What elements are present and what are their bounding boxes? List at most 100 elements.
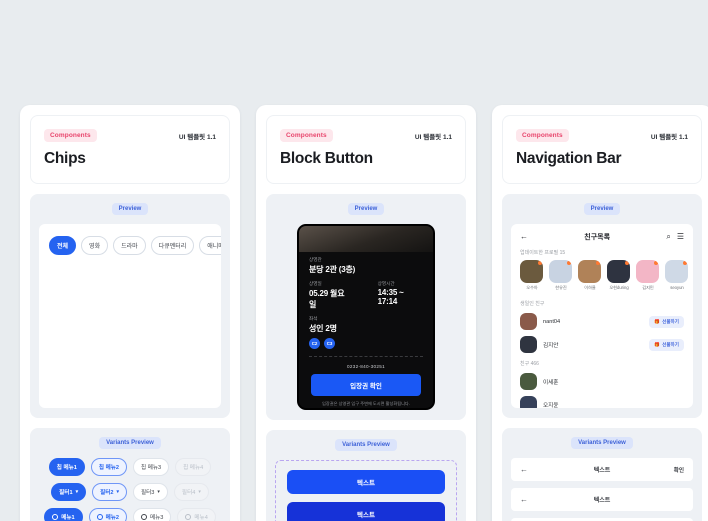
list-item[interactable]: 김지안 🎁 선물하기 [511,333,693,356]
avatar [520,313,537,330]
seat-chip-1: C2 [309,338,320,349]
card-block-button[interactable]: Components UI 템플릿 1.1 Block Button Previ… [256,105,476,521]
components-tag: Components [44,129,97,142]
nav-variant-title-only[interactable]: ← 텍스트 [511,488,693,511]
chips-variant-grid: 칩 메뉴1 칩 메뉴2 칩 메뉴3 칩 메뉴4 필터1 ▾ 필터2 ▾ 필터3 ▾ 필… [39,458,221,521]
friends-section-header: 친구 466 [520,361,539,367]
arrow-left-icon[interactable]: ← [520,495,546,504]
story-item[interactable]: 오현during [607,260,631,291]
variant-chip-text-3[interactable]: 칩 메뉴3 [133,458,170,476]
nav-variants-section: Variants Preview ← 텍스트 확인 ← 텍스트 ← [502,428,702,521]
seat-chip-2: C3 [324,338,335,349]
chip-filter-row: 전체 영화 드라마 다큐멘터리 애니메이션 [49,236,221,255]
nav-preview-section: Preview ← 친구목록 ⌕ ☰ 업데이트한 프로필 15 오수아 한유진 … [502,194,702,418]
time-label: 상영시간 [377,281,395,286]
variant-chip-dropdown-3[interactable]: 필터3 ▾ [133,483,168,501]
page-title: Chips [44,150,86,167]
seat-chips: C2 C3 [309,338,423,349]
story-item[interactable]: seoyun [665,260,689,291]
dropdown-chip-label-2: 필터2 [100,490,114,496]
theater-label: 상영관 [309,257,322,262]
list-item[interactable]: 오지윤 [511,393,693,408]
block-button-preview-section: Preview 상영관 분당 2관 (3층) 상영일 05.29 월요일 상영시… [266,194,466,420]
arrow-left-icon[interactable]: ← [520,465,546,474]
hamburger-menu-icon[interactable]: ☰ [677,233,684,241]
version-label: UI 템플릿 1.1 [650,133,688,141]
icon-chip-label-4: 메뉴4 [194,515,208,521]
components-tag: Components [516,129,569,142]
list-item[interactable]: nant04 🎁 선물하기 [511,310,693,333]
card-header-block-button: Components UI 템플릿 1.1 Block Button [266,115,466,184]
version-label: UI 템플릿 1.1 [414,133,452,141]
variant-chip-text-1[interactable]: 칩 메뉴1 [48,458,85,476]
navigation-bar: ← 친구목록 ⌕ ☰ [511,224,693,249]
story-item[interactable]: 오수아 [520,260,544,291]
page-canvas: Components UI 템플릿 1.1 Chips Preview 전체 영… [0,0,708,521]
confirm-ticket-button[interactable]: 입장권 확인 [311,374,421,396]
chevron-down-icon: ▾ [198,488,201,495]
seat-value: 성인 2명 [309,324,337,333]
nav-title: 친구목록 [584,234,611,241]
gift-label: 선물하기 [662,318,679,324]
dropdown-chip-label-1: 필터1 [59,490,73,496]
nav-variant-full[interactable]: ← 텍스트 확인 [511,458,693,481]
card-badge-row: Components UI 템플릿 1.1 [44,129,216,142]
avatar [636,260,659,283]
block-button-primary[interactable]: 텍스트 [287,470,445,494]
block-button-variant-box: 텍스트 텍스트 텍스트 텍스트 [275,460,457,521]
card-badge-row: Components UI 템플릿 1.1 [280,129,452,142]
story-avatar-row: 오수아 한유진 이하율 오현during 김지민 seoyun [511,260,693,296]
nav-preview-stage: ← 친구목록 ⌕ ☰ 업데이트한 프로필 15 오수아 한유진 이하율 오현du… [511,224,693,408]
gift-button[interactable]: 🎁 선물하기 [649,315,684,328]
avatar [520,396,537,408]
search-icon[interactable]: ⌕ [666,233,670,241]
story-name: 한유진 [555,285,567,290]
variant-row-icon: 메뉴1 메뉴2 메뉴3 메뉴4 [44,508,216,521]
chip-animation[interactable]: 애니메이션 [199,236,221,255]
story-item[interactable]: 한유진 [549,260,573,291]
card-chips[interactable]: Components UI 템플릿 1.1 Chips Preview 전체 영… [20,105,240,521]
time-group: 상영시간 14:35 ~ 17:14 [378,281,423,310]
card-badge-row: Components UI 템플릿 1.1 [516,129,688,142]
variant-chip-dropdown-2[interactable]: 필터2 ▾ [92,483,127,501]
chevron-down-icon: ▾ [116,488,119,495]
chip-movie[interactable]: 영화 [81,236,109,255]
variant-chip-icon-3[interactable]: 메뉴3 [133,508,172,521]
ticket-details: 상영관 분당 2관 (3층) 상영일 05.29 월요일 상영시간 14:35 … [299,252,433,407]
variant-chip-text-2[interactable]: 칩 메뉴2 [90,458,127,476]
story-item[interactable]: 김지민 [636,260,660,291]
avatar [665,260,688,283]
icon-chip-label-3: 메뉴3 [150,515,164,521]
story-name: 김지민 [642,285,654,290]
variant-chip-icon-1[interactable]: 메뉴1 [44,508,83,521]
story-name: 이하율 [584,285,596,290]
variants-preview-label: Variants Preview [335,439,397,451]
card-navigation-bar[interactable]: Components UI 템플릿 1.1 Navigation Bar Pre… [492,105,708,521]
variant-row-text: 칩 메뉴1 칩 메뉴2 칩 메뉴3 칩 메뉴4 [48,458,212,476]
variant-chip-icon-2[interactable]: 메뉴2 [88,508,127,521]
chip-all[interactable]: 전체 [49,236,77,255]
card-header-navigation-bar: Components UI 템플릿 1.1 Navigation Bar [502,115,702,184]
gift-label: 선물하기 [662,341,679,347]
friend-name: 이세훈 [543,379,559,386]
chip-documentary[interactable]: 다큐멘터리 [150,236,195,255]
nav-variant-action[interactable]: 확인 [658,466,684,474]
variant-chip-dropdown-1[interactable]: 필터1 ▾ [51,483,87,501]
preview-label: Preview [111,203,149,215]
chip-drama[interactable]: 드라마 [113,236,146,255]
chips-preview-stage: 전체 영화 드라마 다큐멘터리 애니메이션 [39,224,221,408]
dropdown-chip-label-3: 필터3 [141,490,155,496]
list-item[interactable]: 이세훈 [511,370,693,393]
phone-mockup: 상영관 분당 2관 (3층) 상영일 05.29 월요일 상영시간 14:35 … [297,224,435,410]
time-value: 14:35 ~ 17:14 [377,288,404,306]
variants-preview-label: Variants Preview [99,437,161,449]
icon-chip-label-1: 메뉴1 [61,515,75,521]
block-button-variants-section: Variants Preview 텍스트 텍스트 텍스트 텍스트 [266,430,466,521]
arrow-left-icon[interactable]: ← [520,233,528,241]
gift-button[interactable]: 🎁 선물하기 [649,338,684,351]
chevron-down-icon: ▾ [75,488,79,495]
chevron-down-icon: ▾ [157,488,160,495]
friend-name: 김지안 [543,342,559,349]
story-item[interactable]: 이하율 [578,260,602,291]
block-button-pressed[interactable]: 텍스트 [287,502,445,521]
